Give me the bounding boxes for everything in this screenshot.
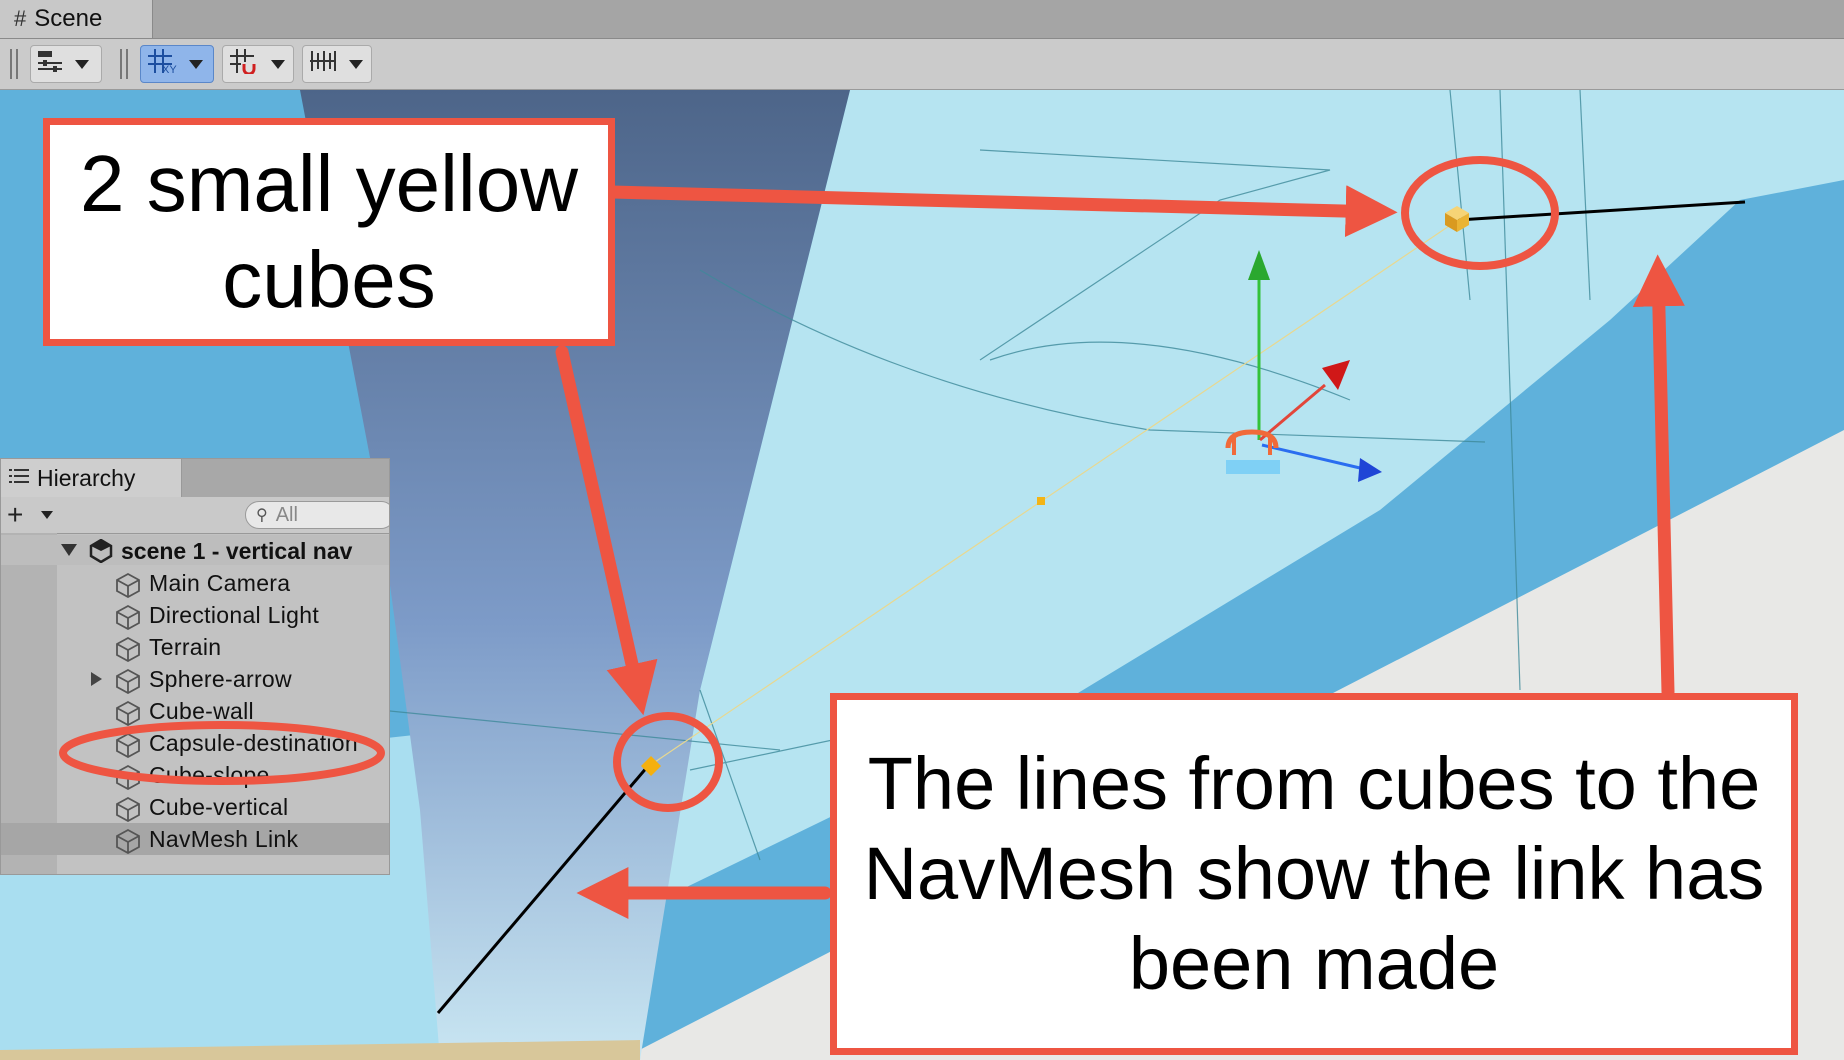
hierarchy-item-label: Capsule-destination <box>149 730 358 756</box>
scene-tab-bar: # Scene <box>0 0 1844 39</box>
hierarchy-item-label: Sphere-arrow <box>149 666 292 692</box>
z-axis-handle[interactable] <box>1358 458 1382 482</box>
toolbar-grip[interactable] <box>10 49 18 79</box>
hierarchy-item[interactable]: Main Camera <box>1 567 389 599</box>
hierarchy-item[interactable]: Cube-vertical <box>1 791 389 823</box>
chevron-down-icon <box>189 59 203 69</box>
draw-mode-button[interactable] <box>30 45 102 83</box>
scene-viewport[interactable]: Hierarchy + ⚲ All scene 1 - vertical nav… <box>0 90 1844 1060</box>
callout-link-lines-text: The lines from cubes to the NavMesh show… <box>863 742 1765 1005</box>
hierarchy-tab-label: Hierarchy <box>37 464 136 491</box>
gameobject-cube-icon <box>115 828 141 859</box>
chevron-down-icon <box>75 59 89 69</box>
scene-toolbar: XY <box>0 39 1844 90</box>
chevron-down-icon[interactable] <box>41 511 53 519</box>
unity-scene-icon <box>89 538 113 569</box>
hierarchy-item-label: Cube-slope <box>149 762 270 788</box>
snapping-button[interactable] <box>222 45 294 83</box>
grid-axis-icon: XY <box>141 48 183 80</box>
chevron-down-icon <box>271 59 285 69</box>
add-object-button[interactable]: + <box>7 499 23 531</box>
callout-link-lines: The lines from cubes to the NavMesh show… <box>830 693 1798 1055</box>
hierarchy-item[interactable]: Capsule-destination <box>1 727 389 759</box>
transform-gizmo[interactable] <box>1210 250 1420 500</box>
link-end-cube-icon[interactable] <box>639 754 663 778</box>
sliders-icon <box>31 49 69 79</box>
tab-hierarchy[interactable]: Hierarchy <box>1 459 182 497</box>
tab-scene[interactable]: # Scene <box>0 0 153 38</box>
toolbar-grip[interactable] <box>120 49 128 79</box>
hierarchy-item-selected[interactable]: NavMesh Link <box>1 823 389 855</box>
ruler-icon <box>303 49 343 79</box>
expand-arrow-icon[interactable] <box>61 544 77 556</box>
svg-text:XY: XY <box>162 64 177 74</box>
hierarchy-item-label: Main Camera <box>149 570 291 596</box>
expand-arrow-icon[interactable] <box>91 672 102 686</box>
hierarchy-item-label: Directional Light <box>149 602 320 628</box>
magnet-grid-icon <box>223 48 265 80</box>
grid-icon: # <box>14 6 27 31</box>
hierarchy-panel: Hierarchy + ⚲ All scene 1 - vertical nav… <box>0 458 390 875</box>
hierarchy-item[interactable]: Terrain <box>1 631 389 663</box>
tab-scene-label: Scene <box>34 5 103 32</box>
hierarchy-item[interactable]: Directional Light <box>1 599 389 631</box>
hierarchy-toolbar: + ⚲ All <box>1 497 389 534</box>
link-start-cube-icon[interactable] <box>1441 203 1473 235</box>
grid-snap-button[interactable]: XY <box>140 45 214 83</box>
hierarchy-item[interactable]: Cube-wall <box>1 695 389 727</box>
scene-name: scene 1 - vertical nav <box>121 538 353 564</box>
hierarchy-item-label: NavMesh Link <box>149 826 299 852</box>
search-icon: ⚲ <box>256 507 268 524</box>
list-icon <box>9 467 29 490</box>
search-placeholder: All <box>275 503 298 526</box>
hierarchy-item-label: Cube-wall <box>149 698 254 724</box>
hierarchy-item[interactable]: Sphere-arrow <box>1 663 389 695</box>
hierarchy-item-label: Terrain <box>149 634 222 660</box>
hierarchy-item-label: Cube-vertical <box>149 794 289 820</box>
hierarchy-scene-root[interactable]: scene 1 - vertical nav <box>1 535 389 565</box>
callout-yellow-cubes-text: 2 small yellow cubes <box>80 139 578 324</box>
chevron-down-icon <box>349 59 363 69</box>
x-axis-handle[interactable] <box>1322 360 1350 390</box>
callout-yellow-cubes: 2 small yellow cubes <box>43 118 615 346</box>
increment-snap-button[interactable] <box>302 45 372 83</box>
hierarchy-search-input[interactable]: ⚲ All <box>245 501 389 529</box>
y-axis-handle[interactable] <box>1248 250 1270 280</box>
hierarchy-item[interactable]: Cube-slope <box>1 759 389 791</box>
